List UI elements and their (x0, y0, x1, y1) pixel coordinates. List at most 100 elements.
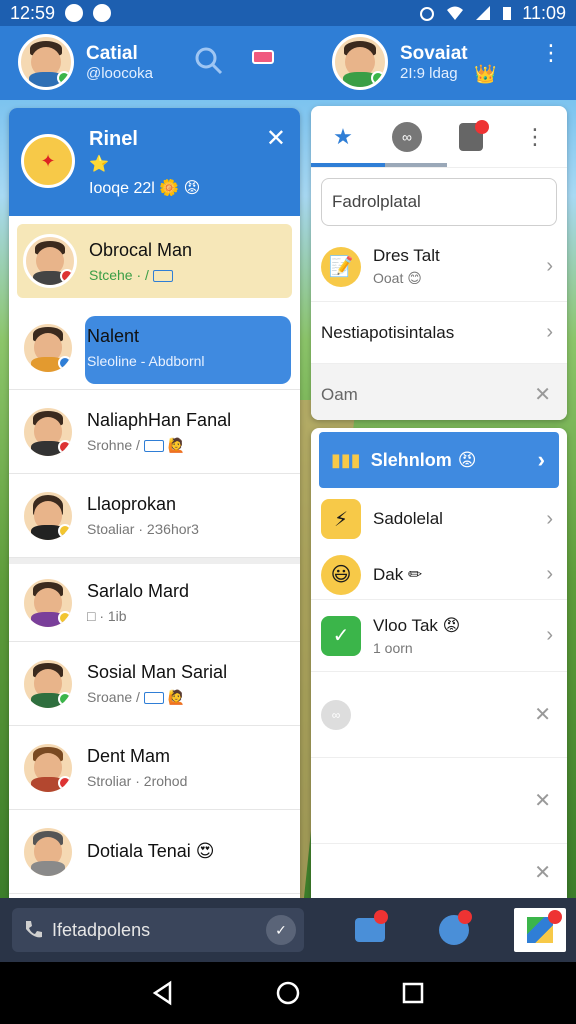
status-time-right: 11:09 (522, 2, 566, 23)
notification-badge (475, 119, 489, 134)
tab-links[interactable]: ∞ (375, 106, 439, 168)
crown-icon: 👑 (474, 64, 497, 84)
avatar (21, 575, 75, 630)
list-item[interactable]: ✕ (311, 758, 567, 844)
bottom-search-text: Ifetadpolens (52, 919, 151, 940)
back-triangle-icon (152, 980, 171, 1006)
chat-subtitle: Sleoline - Abdbornl (87, 353, 205, 369)
chat-title: Dotiala Tenai (87, 841, 191, 861)
item-title: Dak (373, 564, 404, 584)
chat-list-panel: ✦ Rinel ⭐ Iooqe 22l 🌼 😡 ✕ Obrocal Man St… (9, 108, 300, 898)
back-button[interactable] (143, 973, 183, 1013)
panel-title: Rinel (89, 128, 138, 150)
highlighted-row[interactable]: ▮▮▮ Slehnlom 😡 › (319, 432, 559, 488)
smiley-icon: 😃 (321, 554, 361, 595)
check-icon[interactable]: ✓ (266, 915, 296, 945)
group-logo-icon: ✦ (21, 134, 75, 188)
home-button[interactable] (268, 973, 308, 1013)
emoji-icon: 😡 (457, 449, 477, 470)
account-sub: 2I:9 ldag (400, 64, 458, 82)
status-badge (58, 775, 72, 790)
contacts-button[interactable] (432, 908, 476, 952)
chat-item[interactable]: Llaoprokan Stoaliar · 2З6hor3 (9, 474, 300, 558)
app-bar: Catial @loocoka Sovaiat 2I:9 ldag 👑 ⋮ (0, 26, 576, 100)
recents-button[interactable] (393, 973, 433, 1013)
tag-icon (152, 269, 173, 282)
link-icon: ∞ (321, 699, 351, 730)
avatar (21, 320, 75, 375)
chat-title: NaliaphHan Fanal (87, 409, 232, 430)
avatar (23, 234, 77, 288)
bottom-search-field[interactable]: Ifetadpolens ✓ (12, 908, 304, 952)
chat-item[interactable]: Sosial Man Sarial Sroane / 🙋 (9, 642, 300, 726)
phone-icon (26, 921, 42, 938)
status-time: 12:59 (10, 2, 56, 23)
search-icon[interactable] (194, 46, 224, 76)
list-item[interactable]: 📝 Dres Talt Ooat 😊 › (311, 232, 567, 302)
chevron-right-icon: › (546, 507, 553, 530)
notification-icon (65, 4, 84, 22)
more-vert-icon[interactable]: ⋮ (503, 106, 567, 168)
emoji-icon: 🙋 (167, 436, 186, 453)
chat-subtitle: Srohne / (87, 436, 140, 453)
item-title: Nestiapotisintalas (321, 322, 455, 342)
online-badge (57, 71, 71, 85)
tab-favorites[interactable]: ★ (311, 106, 375, 168)
emoji-icon: 🙋 (167, 688, 186, 705)
status-badge (58, 523, 72, 538)
system-nav-bar (0, 962, 576, 1024)
chat-item[interactable]: Dotiala Tenai 😍 (9, 810, 300, 894)
close-icon[interactable]: ✕ (534, 382, 551, 407)
list-item[interactable]: ⚡ Sadolelal › (311, 488, 567, 550)
avatar (18, 34, 74, 90)
close-icon[interactable]: ✕ (534, 860, 551, 885)
item-title: Oam (321, 384, 358, 404)
chat-subtitle: Stcehe · / (89, 266, 149, 283)
store-button[interactable] (514, 908, 566, 952)
status-badge (58, 691, 72, 706)
search-placeholder: Fadrolplatal (332, 192, 421, 211)
more-vert-icon[interactable]: ⋮ (540, 42, 562, 64)
right-account[interactable]: Sovaiat 2I:9 ldag (332, 34, 468, 90)
chevron-right-icon: › (537, 447, 545, 472)
chat-item[interactable]: Sarlalo Mard □ · 1ib (9, 558, 300, 642)
emoji-icon: 🌼 😡 (159, 180, 201, 197)
chat-subtitle: Stroliar · 2rohod (87, 773, 188, 789)
chat-item[interactable]: Nalent Sleoline - Abdbornl (9, 306, 300, 390)
list-item[interactable]: 😃 Dak ✏ › (311, 550, 567, 600)
notification-badge (548, 910, 562, 924)
list-item[interactable]: ✓ Vloo Tak 😡 1 oorn › (311, 600, 567, 672)
search-input[interactable]: Fadrolplatal (321, 178, 557, 226)
notification-badge (458, 910, 472, 924)
note-icon: 📝 (321, 246, 361, 287)
chat-item[interactable]: Obrocal Man Stcehe · / (17, 224, 292, 298)
status-badge (58, 355, 72, 370)
item-title: Vloo Tak (373, 615, 438, 635)
list-item[interactable]: Oam ✕ (311, 364, 567, 420)
bottom-bar: Ifetadpolens ✓ (0, 898, 576, 962)
list-item[interactable]: ✕ (311, 844, 567, 898)
wifi-icon (447, 6, 464, 20)
close-icon[interactable]: ✕ (534, 788, 551, 813)
item-subtitle: 1 oorn (373, 639, 413, 656)
row-label: Slehnlom (370, 449, 452, 470)
alarm-icon (420, 7, 435, 21)
check-icon: ✓ (321, 615, 361, 656)
list-item[interactable]: ∞ ✕ (311, 672, 567, 758)
panel-subtitle: Iooqe 22l (89, 180, 155, 197)
list-item[interactable]: Nestiapotisintalas › (311, 302, 567, 364)
chevron-right-icon: › (546, 255, 553, 277)
close-icon[interactable]: ✕ (266, 124, 286, 153)
panel-header: ✦ Rinel ⭐ Iooqe 22l 🌼 😡 ✕ (9, 108, 300, 216)
tag-icon (143, 691, 164, 704)
tab-files[interactable] (439, 106, 503, 168)
messages-icon[interactable] (252, 50, 274, 64)
close-icon[interactable]: ✕ (534, 702, 551, 727)
account-handle: @loocoka (86, 64, 153, 82)
chat-item[interactable]: NaliaphHan Fanal Srohne / 🙋 (9, 390, 300, 474)
status-badge (60, 269, 74, 283)
messages-button[interactable] (348, 908, 392, 952)
link-icon: ∞ (392, 121, 422, 152)
chat-item[interactable]: Dent Mam Stroliar · 2rohod (9, 726, 300, 810)
left-account[interactable]: Catial @loocoka (18, 34, 153, 90)
